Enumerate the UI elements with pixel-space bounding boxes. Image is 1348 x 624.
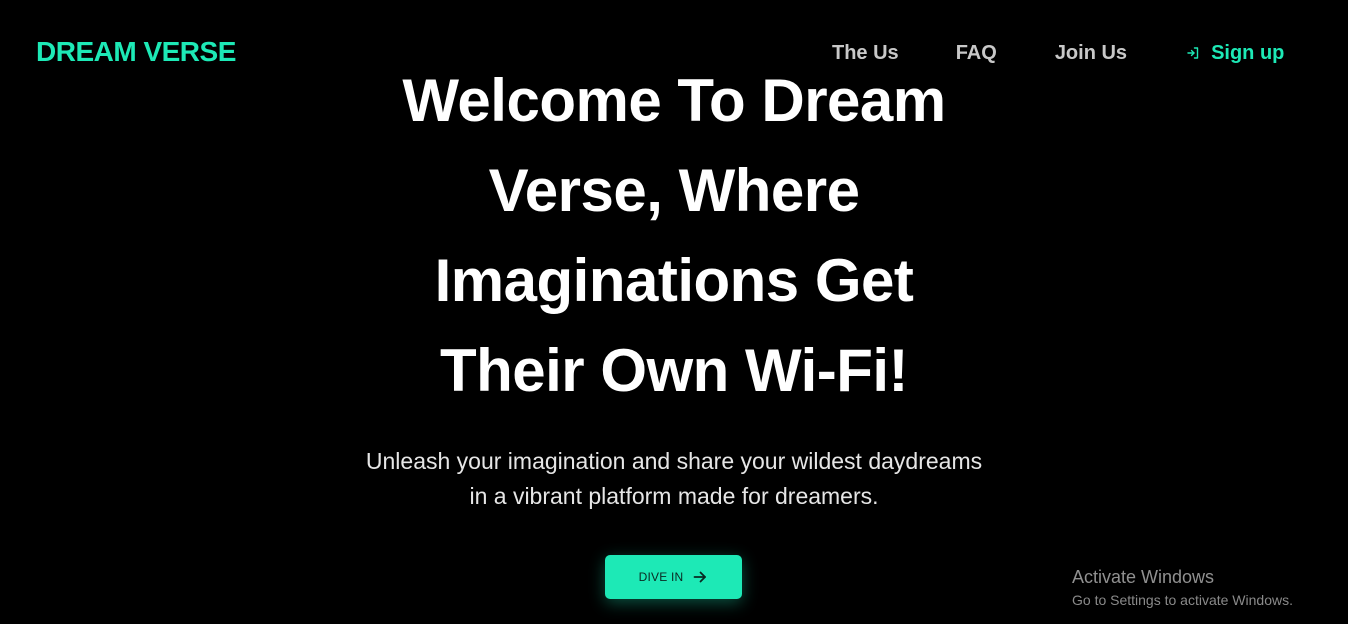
brand-logo[interactable]: DREAM VERSE [36,36,236,68]
watermark-title: Activate Windows [1072,567,1215,587]
watermark-subtitle: Go to Settings to activate Windows. [1072,592,1293,608]
dive-in-button[interactable]: DIVE IN [605,555,742,599]
windows-activation-watermark: Activate Windows Go to Settings to activ… [1072,566,1293,610]
hero-subtitle: Unleash your imagination and share your … [365,448,983,509]
nav-link-join-us[interactable]: Join Us [1055,42,1127,65]
signup-label: Sign up [1211,41,1285,64]
dive-in-label: DIVE IN [638,570,684,584]
sign-in-icon [1185,45,1201,61]
arrow-right-icon [692,569,708,585]
signup-link[interactable]: Sign up [1185,42,1284,65]
hero-title: Welcome To Dream Verse, Where Imaginatio… [402,67,946,404]
